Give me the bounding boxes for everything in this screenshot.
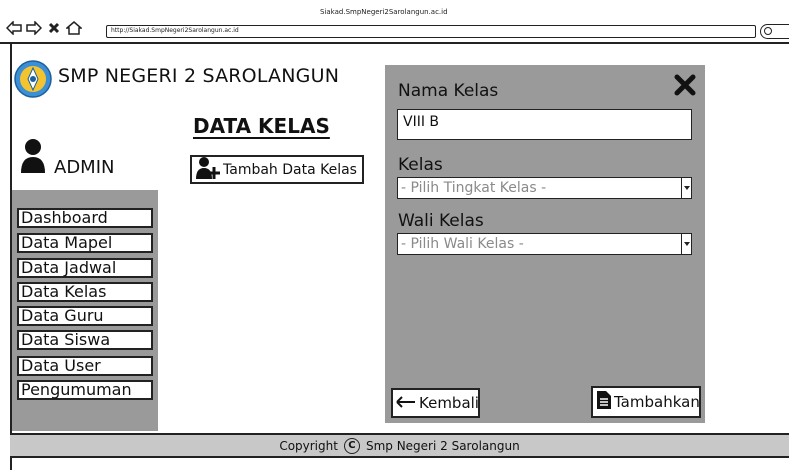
- back-arrow-icon[interactable]: [6, 20, 22, 36]
- document-icon: [596, 390, 612, 414]
- stop-icon[interactable]: [46, 20, 62, 36]
- school-logo: [14, 60, 52, 98]
- submit-button[interactable]: Tambahkan: [591, 386, 701, 418]
- sidebar-item-data-user[interactable]: Data User: [17, 356, 153, 376]
- sidebar-item-data-kelas[interactable]: Data Kelas: [17, 282, 153, 302]
- sidebar: Dashboard Data Mapel Data Jadwal Data Ke…: [12, 190, 158, 431]
- user-name: ADMIN: [54, 157, 115, 178]
- kelas-select[interactable]: - Pilih Tingkat Kelas -: [397, 177, 692, 199]
- copyright-icon: C: [343, 437, 360, 454]
- address-bar[interactable]: http://Siakad.SmpNegeri2Sarolangun.ac.id: [106, 25, 756, 38]
- forward-arrow-icon[interactable]: [26, 20, 42, 36]
- add-user-icon: [195, 156, 221, 184]
- add-class-label: Tambah Data Kelas: [223, 161, 357, 178]
- copyright-label: Copyright: [279, 438, 338, 453]
- wali-kelas-select[interactable]: - Pilih Wali Kelas -: [397, 233, 692, 255]
- submit-button-label: Tambahkan: [614, 393, 700, 411]
- page-title: DATA KELAS: [193, 114, 330, 138]
- copyright-owner: Smp Negeri 2 Sarolangun: [365, 438, 520, 453]
- sidebar-item-dashboard[interactable]: Dashboard: [17, 208, 153, 228]
- chevron-down-icon: [681, 234, 691, 254]
- chevron-down-icon: [681, 178, 691, 198]
- arrow-left-icon: [396, 394, 416, 412]
- close-icon[interactable]: [674, 74, 696, 96]
- sidebar-item-pengumuman[interactable]: Pengumuman: [17, 380, 153, 400]
- sidebar-item-data-siswa[interactable]: Data Siswa: [17, 330, 153, 350]
- footer: Copyright C Smp Negeri 2 Sarolangun: [10, 433, 789, 458]
- wali-kelas-label: Wali Kelas: [398, 211, 484, 231]
- add-class-button[interactable]: Tambah Data Kelas: [190, 155, 364, 184]
- school-name: SMP NEGERI 2 SAROLANGUN: [58, 65, 340, 87]
- back-button[interactable]: Kembali: [391, 388, 480, 418]
- nama-kelas-label: Nama Kelas: [398, 81, 499, 101]
- wali-kelas-select-value: - Pilih Wali Kelas -: [401, 236, 524, 252]
- browser-toolbar: Siakad.SmpNegeri2Sarolangun.ac.id http:/…: [0, 0, 789, 44]
- nav-controls: [6, 20, 82, 36]
- user-icon: [20, 138, 46, 178]
- back-button-label: Kembali: [419, 394, 479, 412]
- window-title: Siakad.SmpNegeri2Sarolangun.ac.id: [320, 8, 448, 16]
- nama-kelas-input[interactable]: VIII B: [397, 109, 692, 140]
- sidebar-item-data-mapel[interactable]: Data Mapel: [17, 233, 153, 253]
- add-class-modal: Nama Kelas VIII B Kelas - Pilih Tingkat …: [385, 65, 705, 423]
- kelas-label: Kelas: [398, 155, 443, 175]
- sidebar-item-data-guru[interactable]: Data Guru: [17, 306, 153, 326]
- browser-search-field[interactable]: [760, 24, 789, 39]
- kelas-select-value: - Pilih Tingkat Kelas -: [401, 180, 547, 196]
- user-info: ADMIN: [20, 138, 114, 178]
- home-icon[interactable]: [66, 20, 82, 36]
- sidebar-item-data-jadwal[interactable]: Data Jadwal: [17, 258, 153, 278]
- search-icon: [764, 27, 772, 35]
